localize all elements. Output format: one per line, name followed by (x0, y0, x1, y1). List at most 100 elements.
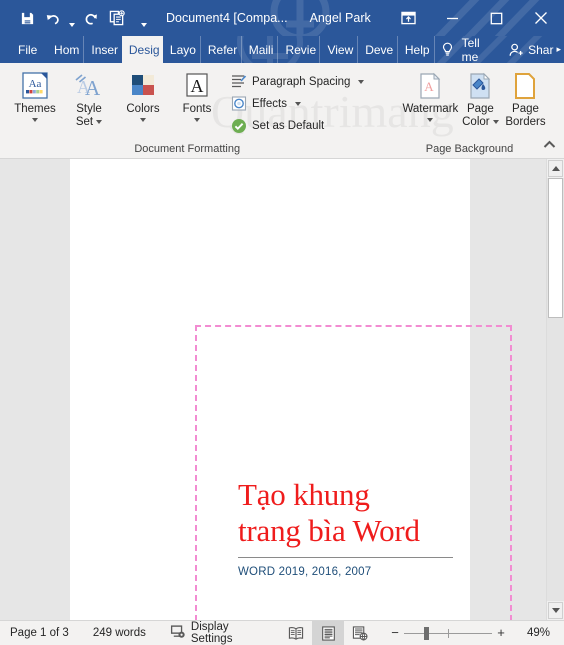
page-borders-button[interactable]: Page Borders (502, 67, 548, 129)
maximize-button[interactable] (474, 0, 518, 36)
scroll-down-button[interactable] (548, 602, 563, 619)
tab-references[interactable]: Refer (199, 36, 241, 63)
share-button[interactable]: Shar (499, 36, 553, 63)
tab-scroll-right-icon[interactable]: ▸ (553, 36, 564, 63)
zoom-slider-track[interactable] (404, 627, 492, 640)
ribbon: Quantrimang Aa Themes A A Style Set Colo… (0, 63, 564, 159)
style-set-icon: A A (73, 69, 105, 103)
paragraph-spacing-button[interactable]: Paragraph Spacing (230, 72, 365, 91)
style-set-button[interactable]: A A Style Set (62, 67, 116, 129)
page-color-dropdown-icon[interactable] (492, 119, 499, 124)
tab-insert[interactable]: Inser (83, 36, 122, 63)
tab-help[interactable]: Help (396, 36, 434, 63)
title-bar: Document4 [Compa... Angel Park (0, 0, 564, 36)
ribbon-group-document-formatting: Aa Themes A A Style Set Colors A Fonts P… (0, 63, 374, 158)
undo-button[interactable] (40, 5, 66, 31)
tab-view[interactable]: View (319, 36, 357, 63)
svg-text:A: A (191, 76, 204, 96)
customize-quick-access-toolbar-icon[interactable] (138, 3, 150, 33)
page-color-label-line2: Color (462, 116, 499, 129)
paragraph-spacing-icon (230, 73, 247, 90)
set-as-default-button[interactable]: Set as Default (230, 116, 364, 135)
fonts-button[interactable]: A Fonts (170, 67, 224, 122)
scroll-up-button[interactable] (548, 160, 563, 177)
watermark-icon: A (415, 69, 445, 103)
minimize-button[interactable] (430, 0, 474, 36)
collapse-ribbon-icon[interactable] (543, 136, 556, 154)
zoom-slider-thumb[interactable] (424, 627, 429, 640)
tab-home[interactable]: Hom (47, 36, 83, 63)
effects-button[interactable]: Effects (230, 94, 364, 113)
tell-me-box[interactable]: Tell me (460, 36, 499, 63)
zoom-out-button[interactable]: − (386, 626, 404, 639)
themes-button[interactable]: Aa Themes (8, 67, 62, 122)
document-formatting-small-buttons: Paragraph Spacing Effects Set as Default (224, 67, 368, 135)
watermark-button[interactable]: A Watermark (402, 67, 458, 122)
effects-dropdown-icon[interactable] (294, 101, 301, 106)
tab-review[interactable]: Revie (277, 36, 319, 63)
tab-mailings[interactable]: Maili (240, 36, 278, 63)
effects-label: Effects (252, 97, 287, 110)
tab-file[interactable]: File (0, 36, 47, 63)
cover-title-line1: Tạo khung (238, 477, 370, 512)
cover-subtitle[interactable]: WORD 2019, 2016, 2007 (238, 566, 371, 578)
watermark-dropdown-icon[interactable] (427, 118, 434, 122)
colors-dropdown-icon[interactable] (140, 118, 146, 122)
paragraph-spacing-label: Paragraph Spacing (252, 75, 351, 88)
status-bar-right: − + 49% (280, 621, 564, 645)
document-page[interactable]: Tạo khung trang bìa Word WORD 2019, 2016… (70, 159, 512, 620)
print-layout-button[interactable] (312, 621, 344, 645)
tab-layout[interactable]: Layo (163, 36, 200, 63)
page-color-icon (465, 69, 495, 103)
account-name[interactable]: Angel Park (310, 11, 371, 25)
ribbon-display-options-icon[interactable] (386, 3, 430, 33)
set-as-default-label: Set as Default (252, 119, 325, 132)
themes-icon: Aa (20, 69, 50, 103)
style-set-label-line2: Set (76, 116, 103, 129)
vertical-scrollbar[interactable] (546, 159, 564, 620)
quick-access-toolbar (0, 3, 150, 33)
zoom-in-button[interactable]: + (492, 626, 510, 639)
svg-text:Aa: Aa (29, 78, 42, 90)
chevron-down-icon (551, 608, 560, 613)
page-color-label-line2-text: Color (462, 116, 490, 128)
tab-developer[interactable]: Deve (357, 36, 397, 63)
redo-button[interactable] (78, 5, 104, 31)
svg-text:A: A (85, 76, 101, 100)
web-layout-button[interactable] (344, 621, 376, 645)
style-set-dropdown-icon[interactable] (96, 119, 103, 124)
colors-button[interactable]: Colors (116, 67, 170, 122)
colors-label: Colors (126, 103, 160, 115)
zoom-control: − + 49% (376, 626, 564, 640)
paragraph-spacing-dropdown-icon[interactable] (358, 79, 365, 84)
status-bar: Page 1 of 3 249 words Display Settings − (0, 620, 564, 645)
close-button[interactable] (518, 0, 564, 36)
page-borders-label-line1: Page (512, 103, 539, 115)
display-settings-button[interactable]: Display Settings (156, 621, 280, 645)
ribbon-tab-bar: File Hom Inser Desig Layo Refer Maili Re… (0, 36, 564, 63)
style-set-label-line1: Style (76, 103, 102, 115)
lightbulb-icon[interactable] (433, 36, 460, 63)
group-title-document-formatting: Document Formatting (134, 143, 241, 155)
scrollbar-thumb[interactable] (548, 178, 563, 318)
copy-format-button[interactable] (104, 5, 130, 31)
page-color-button[interactable]: Page Color (458, 67, 502, 129)
display-settings-icon (170, 624, 186, 642)
save-button[interactable] (14, 5, 40, 31)
tab-design[interactable]: Desig (121, 36, 163, 63)
display-settings-label: Display Settings (190, 621, 233, 645)
cover-title[interactable]: Tạo khung trang bìa Word (238, 477, 483, 549)
page-viewport: Tạo khung trang bìa Word WORD 2019, 2016… (0, 159, 547, 620)
page-indicator[interactable]: Page 1 of 3 (0, 621, 79, 645)
zoom-level-value[interactable]: 49% (510, 627, 558, 639)
person-share-icon (509, 43, 523, 56)
document-title: Document4 [Compa... (166, 11, 288, 25)
word-window: Document4 [Compa... Angel Park File Hom … (0, 0, 564, 645)
document-canvas[interactable]: Tạo khung trang bìa Word WORD 2019, 2016… (0, 159, 564, 620)
themes-dropdown-icon[interactable] (32, 118, 38, 122)
word-count[interactable]: 249 words (79, 621, 156, 645)
undo-dropdown-icon[interactable] (66, 3, 78, 33)
fonts-dropdown-icon[interactable] (194, 118, 200, 122)
ribbon-group-page-background: A Watermark Page Color Page Borders Page… (384, 63, 554, 158)
read-mode-button[interactable] (280, 621, 312, 645)
